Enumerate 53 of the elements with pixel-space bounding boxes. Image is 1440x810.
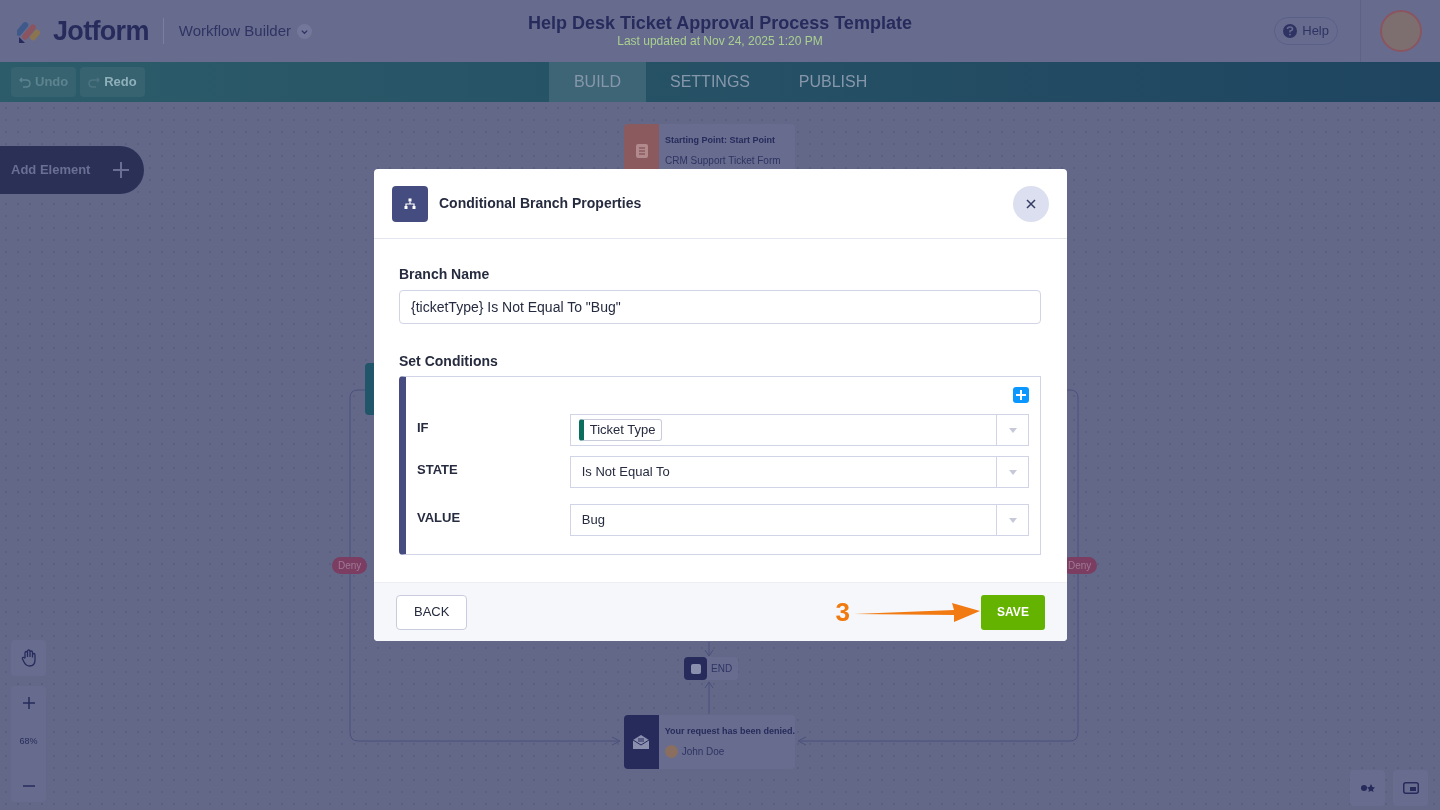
connector-line (704, 681, 714, 715)
section-label: Set Conditions (399, 353, 499, 369)
condition-label: IF (417, 419, 430, 437)
document-icon (634, 143, 649, 159)
hand-tool-button[interactable] (11, 640, 46, 676)
branch-name-field[interactable]: {ticketType} Is Not Equal To "Bug" (399, 290, 1041, 324)
end-node[interactable]: END (684, 657, 739, 680)
close-button[interactable] (1013, 185, 1049, 222)
undo-icon (19, 76, 31, 88)
shapes-button[interactable] (1350, 770, 1385, 806)
redo-icon (88, 76, 101, 88)
condition-label: STATE (417, 461, 459, 479)
form-title: Help Desk Ticket Approval Process Template (528, 12, 912, 34)
minimap-icon (1402, 782, 1419, 794)
condition-dropdown[interactable]: Bug (569, 504, 1029, 536)
node-title: Your request has been denied. (664, 724, 795, 738)
hand-icon (20, 649, 37, 667)
branch-icon (392, 185, 428, 222)
avatar (664, 745, 678, 759)
add-condition-button[interactable] (1013, 387, 1029, 403)
stop-icon (684, 657, 707, 680)
condition-label: VALUE (417, 509, 462, 527)
add-element-button[interactable]: Add Element (0, 146, 144, 194)
app-switcher[interactable]: Workflow Builder (178, 19, 313, 43)
nav-tab[interactable]: SETTINGS (646, 62, 774, 102)
deny-label: Deny (332, 557, 368, 574)
nav-tab[interactable]: PUBLISH (774, 62, 892, 102)
dropdown-value: Bug (580, 511, 605, 530)
back-button[interactable]: BACK (396, 594, 468, 630)
dropdown-value: Is Not Equal To (580, 463, 670, 482)
nav-tab[interactable]: BUILD (549, 62, 646, 102)
save-button[interactable]: SAVE (981, 594, 1045, 630)
node-title: Starting Point: Start Point (665, 133, 776, 147)
zoom-level: 68% (19, 735, 38, 748)
condition-dropdown[interactable]: Is Not Equal To (569, 456, 1029, 488)
plus-icon (22, 696, 35, 709)
last-updated-text: Last updated at Nov 24, 2025 1:20 PM (617, 34, 823, 48)
envelope-icon (632, 734, 651, 750)
minimap-button[interactable] (1393, 770, 1428, 806)
help-icon (1283, 24, 1298, 38)
redo-button[interactable]: Redo (80, 67, 145, 97)
field-tag: Ticket Type (578, 419, 662, 441)
logo-text: Jotform (53, 14, 149, 48)
plus-icon (1016, 390, 1026, 400)
chevron-icon (297, 23, 313, 39)
dialog-title: Conditional Branch Properties (439, 194, 642, 213)
close-icon (1026, 198, 1036, 209)
connector-line (704, 641, 714, 657)
shapes-icon (1360, 784, 1375, 792)
condition-dropdown[interactable]: Ticket Type (569, 414, 1029, 446)
plus-icon (112, 161, 130, 179)
field-label: Branch Name (399, 266, 491, 282)
step-number: 3 (835, 599, 850, 625)
